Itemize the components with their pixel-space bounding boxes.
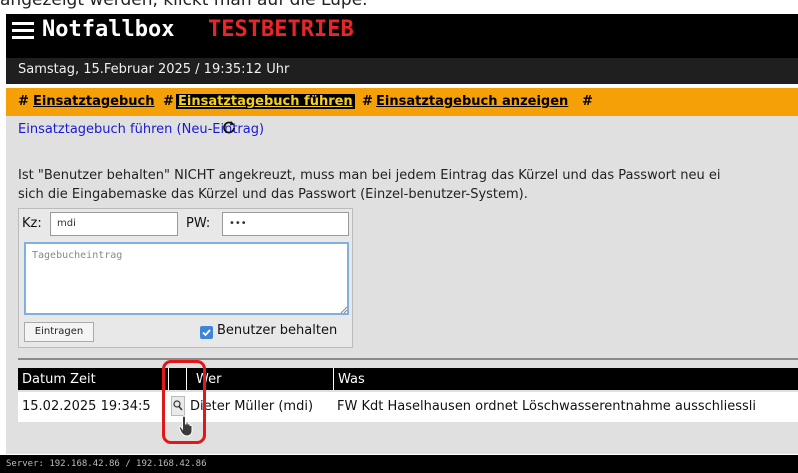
nav-separator: # (582, 94, 593, 109)
hand-cursor-icon (178, 415, 193, 437)
nav-item-einsatztagebuch-anzeigen[interactable]: Einsatztagebuch anzeigen (376, 94, 568, 109)
app-mode-label: TESTBETRIEB (208, 17, 354, 42)
menu-icon[interactable] (12, 22, 34, 40)
cell-datetime: 15.02.2025 19:34:5 (22, 399, 151, 414)
resize-grip-icon[interactable] (340, 306, 348, 314)
column-header-what: Was (338, 372, 365, 387)
nav-separator: # (18, 94, 29, 109)
top-caption: angezeigt werden, klickt man auf die Lup… (0, 0, 368, 10)
nav-item-einsatztagebuch[interactable]: Einsatztagebuch (33, 94, 155, 109)
kz-field[interactable]: mdi (50, 212, 178, 236)
cell-who: Dieter Müller (mdi) (190, 399, 314, 414)
nav-item-einsatztagebuch-fuehren[interactable]: Einsatztagebuch führen (176, 94, 355, 109)
divider (18, 358, 798, 360)
column-header-datetime: Datum Zeit (22, 372, 96, 387)
app-title: Notfallbox (42, 17, 175, 42)
keep-user-label: Benutzer behalten (217, 323, 338, 338)
info-text-line: Ist "Benutzer behalten" NICHT angekreuzt… (18, 168, 721, 183)
pw-label: PW: (186, 216, 211, 231)
current-datetime: Samstag, 15.Februar 2025 / 19:35:12 Uhr (18, 62, 290, 77)
nav-separator: # (163, 94, 174, 109)
info-text: Ist "Benutzer behalten" NICHT angekreuzt… (18, 166, 798, 204)
kz-label: Kz: (22, 216, 42, 231)
server-info: Server: 192.168.42.86 / 192.168.42.86 (6, 459, 207, 469)
submit-button[interactable]: Eintragen (24, 322, 94, 342)
column-separator (333, 368, 334, 390)
password-field[interactable]: ••• (222, 212, 349, 236)
refresh-icon[interactable] (222, 120, 236, 134)
nav-separator: # (362, 94, 373, 109)
diary-entry-textarea[interactable]: Tagebucheintrag (24, 242, 349, 315)
keep-user-checkbox[interactable] (200, 326, 213, 339)
info-text-line: sich die Eingabemaske das Kürzel und das… (18, 187, 528, 202)
cell-what: FW Kdt Haselhausen ordnet Löschwasserent… (337, 399, 757, 414)
table-header (18, 368, 798, 390)
